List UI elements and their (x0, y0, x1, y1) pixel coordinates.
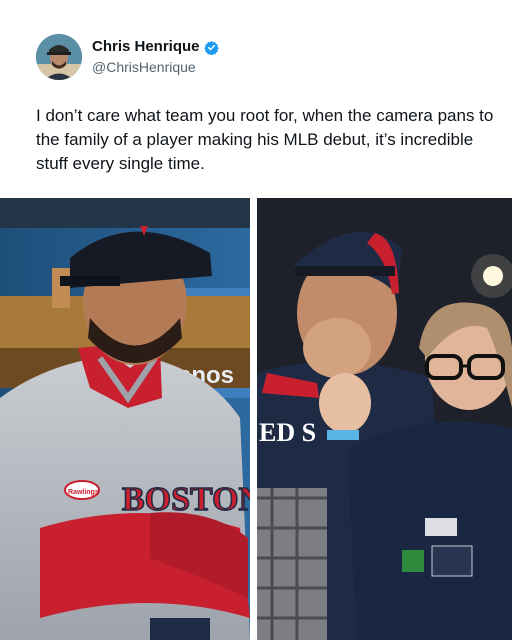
player-photo[interactable]: anos BOSTON Rawlings (0, 198, 250, 640)
jacket-lettering: ED S (259, 418, 316, 447)
jersey-lettering: BOSTON (122, 481, 250, 518)
author-display-name[interactable]: Chris Henrique (92, 38, 200, 56)
family-photo[interactable]: ED S (257, 198, 512, 640)
tweet-media: anos BOSTON Rawlings ED S (0, 198, 512, 640)
sleeve-patch-text: Rawlings (68, 489, 99, 496)
verified-badge-icon (203, 40, 219, 55)
tweet-header: Chris Henrique @ChrisHenrique (36, 34, 219, 80)
profile-avatar[interactable] (36, 34, 82, 80)
tweet-text: I don’t care what team you root for, whe… (36, 106, 494, 173)
author-handle[interactable]: @ChrisHenrique (92, 58, 219, 76)
